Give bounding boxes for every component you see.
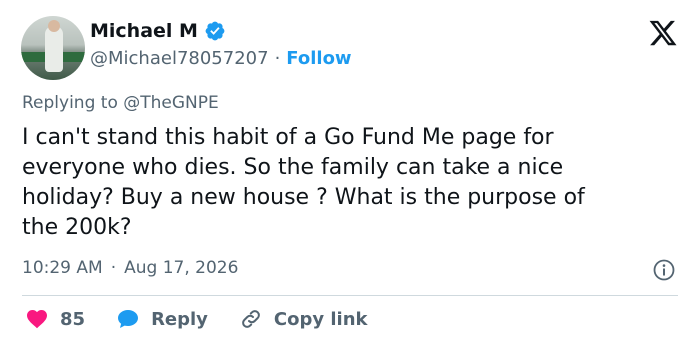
replying-to: Replying to @TheGNPE: [22, 93, 219, 113]
tweet-timestamp[interactable]: 10:29 AM · Aug 17, 2026: [22, 258, 238, 278]
copy-link-button[interactable]: Copy link: [238, 307, 368, 331]
info-icon[interactable]: [652, 258, 676, 282]
author-name-row: Michael M: [90, 20, 226, 42]
tweet-date[interactable]: Aug 17, 2026: [124, 258, 238, 278]
verified-badge-icon: [205, 21, 225, 41]
avatar[interactable]: [21, 16, 85, 80]
action-bar: 85 Reply Copy link: [24, 307, 398, 331]
follow-button[interactable]: Follow: [286, 48, 351, 69]
speech-bubble-icon: [118, 310, 139, 328]
divider: [22, 295, 678, 296]
handle-separator: ·: [274, 48, 281, 69]
replying-to-mention[interactable]: @TheGNPE: [123, 93, 219, 113]
avatar-figure: [45, 26, 63, 72]
tweet-time[interactable]: 10:29 AM: [22, 258, 103, 278]
reply-label: Reply: [151, 308, 208, 330]
heart-icon: [27, 310, 47, 329]
author-handle-row: @Michael78057207 · Follow: [90, 48, 352, 69]
link-icon: [242, 310, 260, 328]
copy-link-label: Copy link: [273, 308, 368, 330]
author-handle[interactable]: @Michael78057207: [90, 48, 269, 69]
tweet-text: I can't stand this habit of a Go Fund Me…: [22, 125, 585, 240]
meta-separator: ·: [110, 258, 117, 278]
like-count: 85: [60, 308, 86, 330]
author-name[interactable]: Michael M: [90, 20, 198, 42]
reply-button[interactable]: Reply: [115, 307, 208, 331]
like-button[interactable]: 85: [24, 307, 85, 331]
replying-to-prefix: Replying to: [22, 93, 124, 113]
avatar-head: [48, 20, 60, 32]
x-logo-icon[interactable]: [648, 18, 678, 48]
